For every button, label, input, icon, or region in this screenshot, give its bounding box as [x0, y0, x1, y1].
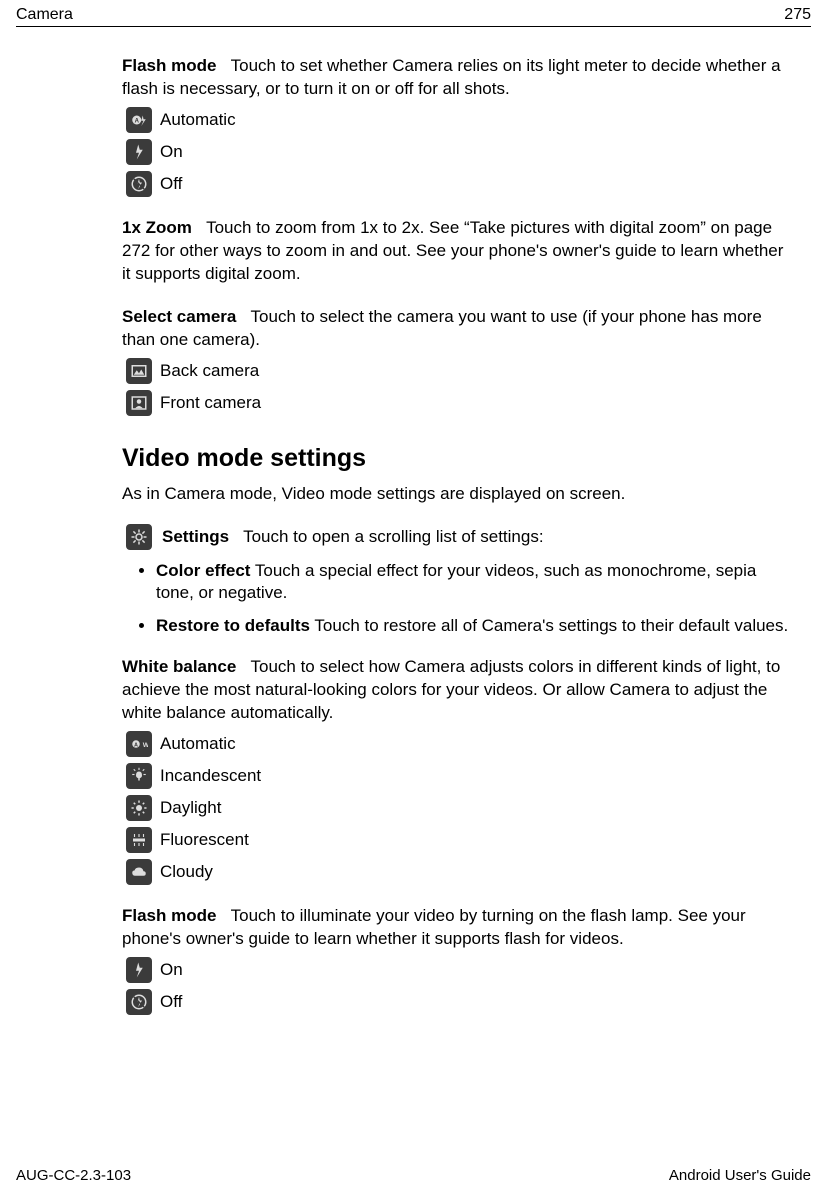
svg-text:A: A	[134, 742, 138, 748]
zoom-section: 1x Zoom Touch to zoom from 1x to 2x. See…	[122, 217, 792, 286]
wb-cloudy-icon	[126, 859, 152, 885]
flash-on-icon	[126, 957, 152, 983]
wb-incandescent-label: Incandescent	[160, 766, 261, 786]
option-row: Cloudy	[126, 859, 792, 885]
flash-off-icon	[126, 171, 152, 197]
option-row: Back camera	[126, 358, 792, 384]
option-row: AW Automatic	[126, 731, 792, 757]
wb-fluorescent-label: Fluorescent	[160, 830, 249, 850]
video-mode-intro: As in Camera mode, Video mode settings a…	[122, 483, 792, 506]
wb-daylight-label: Daylight	[160, 798, 221, 818]
select-camera-section: Select camera Touch to select the camera…	[122, 306, 792, 416]
header-page-number: 275	[784, 6, 811, 24]
front-camera-icon	[126, 390, 152, 416]
wb-auto-label: Automatic	[160, 734, 236, 754]
white-balance-section: White balance Touch to select how Camera…	[122, 656, 792, 885]
flash-on-icon	[126, 139, 152, 165]
zoom-desc: Touch to zoom from 1x to 2x. See “Take p…	[122, 218, 783, 283]
option-row: Incandescent	[126, 763, 792, 789]
video-mode-heading: Video mode settings	[122, 444, 792, 473]
wb-fluorescent-icon	[126, 827, 152, 853]
restore-defaults-desc: Touch to restore all of Camera's setting…	[314, 616, 788, 635]
footer-guide-title: Android User's Guide	[669, 1167, 811, 1184]
svg-text:A: A	[135, 118, 140, 124]
flash-on-label: On	[160, 142, 183, 162]
flash-mode-term: Flash mode	[122, 56, 216, 75]
svg-text:W: W	[143, 742, 148, 749]
front-camera-label: Front camera	[160, 393, 261, 413]
white-balance-term: White balance	[122, 657, 236, 676]
flash-off-video-label: Off	[160, 992, 182, 1012]
flash-mode-section: Flash mode Touch to set whether Camera r…	[122, 55, 792, 197]
flash-auto-icon: A	[126, 107, 152, 133]
back-camera-icon	[126, 358, 152, 384]
back-camera-label: Back camera	[160, 361, 259, 381]
option-row: A Automatic	[126, 107, 792, 133]
settings-icon	[126, 524, 152, 550]
flash-mode-desc: Touch to set whether Camera relies on it…	[122, 56, 781, 98]
wb-cloudy-label: Cloudy	[160, 862, 213, 882]
settings-row: Settings Touch to open a scrolling list …	[126, 524, 792, 550]
flash-auto-label: Automatic	[160, 110, 236, 130]
flash-on-video-label: On	[160, 960, 183, 980]
settings-desc: Touch to open a scrolling list of settin…	[243, 527, 544, 547]
wb-incandescent-icon	[126, 763, 152, 789]
page-content: Flash mode Touch to set whether Camera r…	[122, 55, 792, 1015]
list-item: Restore to defaults Touch to restore all…	[156, 615, 792, 638]
flash-mode-video-term: Flash mode	[122, 906, 216, 925]
header-chapter: Camera	[16, 6, 73, 24]
settings-label: Settings	[162, 527, 229, 547]
header-divider	[16, 26, 811, 27]
color-effect-term: Color effect	[156, 561, 250, 580]
option-row: Off	[126, 989, 792, 1015]
wb-auto-icon: AW	[126, 731, 152, 757]
option-row: Front camera	[126, 390, 792, 416]
option-row: Fluorescent	[126, 827, 792, 853]
select-camera-term: Select camera	[122, 307, 236, 326]
flash-off-icon	[126, 989, 152, 1015]
restore-defaults-term: Restore to defaults	[156, 616, 310, 635]
zoom-term: 1x Zoom	[122, 218, 192, 237]
list-item: Color effect Touch a special effect for …	[156, 560, 792, 606]
flash-mode-video-desc: Touch to illuminate your video by turnin…	[122, 906, 746, 948]
flash-off-label: Off	[160, 174, 182, 194]
option-row: Daylight	[126, 795, 792, 821]
wb-daylight-icon	[126, 795, 152, 821]
flash-mode-video-section: Flash mode Touch to illuminate your vide…	[122, 905, 792, 1015]
option-row: On	[126, 139, 792, 165]
footer-doc-id: AUG-CC-2.3-103	[16, 1167, 131, 1184]
option-row: Off	[126, 171, 792, 197]
option-row: On	[126, 957, 792, 983]
settings-bullets: Color effect Touch a special effect for …	[122, 560, 792, 639]
